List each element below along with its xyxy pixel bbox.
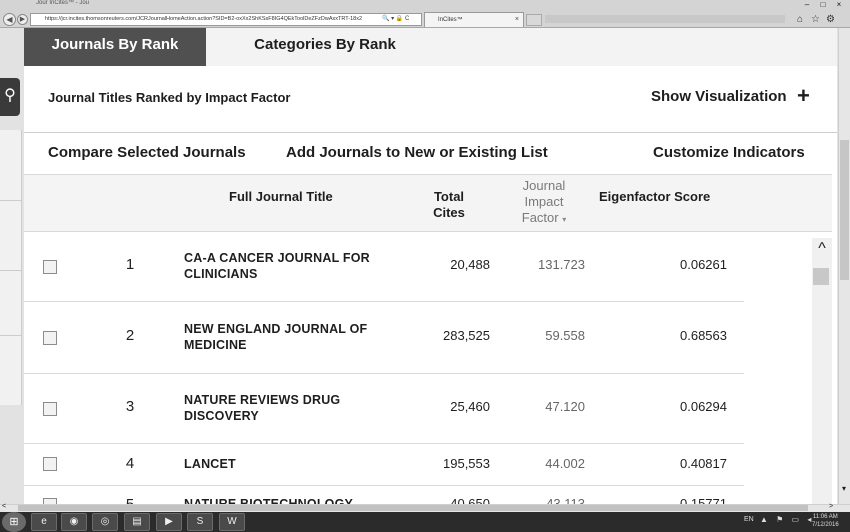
eigenfactor-score: 0.68563 — [680, 328, 727, 343]
title-bar: Jour InCites™ - Jou – □ × — [0, 0, 850, 11]
eigenfactor-score: 0.15771 — [680, 496, 727, 504]
taskbar-ie-icon[interactable]: e — [31, 513, 57, 531]
left-side-panel — [0, 130, 22, 405]
table-row: 2 NEW ENGLAND JOURNAL OF MEDICINE 283,52… — [24, 302, 744, 374]
taskbar-word-icon[interactable]: W — [219, 513, 245, 531]
column-header-eigenfactor[interactable]: Eigenfactor Score — [599, 189, 710, 205]
home-icon[interactable]: ⌂ — [797, 14, 803, 25]
taskbar-firefox-icon[interactable]: ◎ — [92, 513, 118, 531]
impact-factor: 131.723 — [538, 257, 585, 272]
impact-factor: 59.558 — [545, 328, 585, 343]
eigenfactor-score: 0.40817 — [680, 456, 727, 471]
language-indicator[interactable]: EN — [744, 516, 754, 523]
tab-journals-by-rank[interactable]: Journals By Rank — [24, 28, 206, 66]
forward-button[interactable]: ▶ — [17, 14, 28, 25]
tray-icons[interactable]: ▲ ⚑ ▭ ◂ — [760, 515, 814, 524]
clock-date: 7/12/2016 — [812, 522, 839, 528]
row-rank: 4 — [125, 455, 135, 472]
plus-icon[interactable]: + — [797, 85, 810, 107]
browser-tab-label: InCites™ — [438, 17, 463, 23]
scroll-up-icon[interactable]: ^ — [812, 240, 832, 258]
address-bar[interactable]: https://jcr.incites.thomsonreuters.com/J… — [30, 13, 422, 26]
gear-icon[interactable]: ⚙ — [826, 14, 835, 25]
clock[interactable]: 11:06 AM 7/12/2016 — [812, 513, 839, 529]
tab-categories-by-rank[interactable]: Categories By Rank — [206, 28, 444, 66]
total-cites: 20,488 — [450, 257, 490, 272]
taskbar-media-icon[interactable]: ▶ — [156, 513, 182, 531]
address-bar-icons[interactable]: 🔍 ▾ 🔒 C — [382, 13, 409, 26]
toolbar-area — [545, 15, 785, 23]
table-row: 5 NATURE BIOTECHNOLOGY 40,650 43.113 0.1… — [24, 486, 744, 504]
page-title: Journal Titles Ranked by Impact Factor — [48, 90, 291, 105]
journal-title-link[interactable]: NATURE REVIEWS DRUG DISCOVERY — [184, 392, 414, 424]
minimize-button[interactable]: – — [800, 0, 814, 9]
journal-title-link[interactable]: NEW ENGLAND JOURNAL OF MEDICINE — [184, 321, 414, 353]
left-panel-divider — [0, 335, 22, 336]
table-row: 4 LANCET 195,553 44.002 0.40817 — [24, 444, 744, 486]
taskbar-skype-icon[interactable]: S — [187, 513, 213, 531]
table-row: 3 NATURE REVIEWS DRUG DISCOVERY 25,460 4… — [24, 374, 744, 444]
column-header-total-cites[interactable]: Total Cites — [428, 189, 470, 221]
clock-time: 11:06 AM — [812, 514, 838, 520]
row-checkbox[interactable] — [43, 260, 57, 274]
divider — [24, 132, 837, 133]
window-controls: – □ × — [800, 0, 846, 9]
customize-indicators-link[interactable]: Customize Indicators — [653, 144, 805, 161]
scroll-right-icon[interactable]: > — [829, 503, 833, 510]
page-scrollbar-thumb[interactable] — [840, 140, 849, 280]
left-panel-divider — [0, 270, 22, 271]
row-rank: 5 — [118, 496, 142, 504]
add-journals-to-list-link[interactable]: Add Journals to New or Existing List — [286, 144, 548, 161]
impact-factor: 47.120 — [545, 399, 585, 414]
journal-title-link[interactable]: LANCET — [184, 456, 414, 472]
impact-factor: 43.113 — [546, 496, 585, 504]
table-scrollbar-thumb[interactable] — [813, 268, 829, 285]
start-button[interactable]: ⊞ — [2, 512, 26, 532]
sort-descending-icon: ▾ — [562, 215, 567, 224]
scroll-left-icon[interactable]: < — [2, 503, 6, 510]
row-rank: 2 — [125, 327, 135, 344]
total-cites: 40,650 — [450, 496, 490, 504]
row-checkbox[interactable] — [43, 331, 57, 345]
back-button[interactable]: ◀ — [3, 13, 16, 26]
table-row: 1 CA-A CANCER JOURNAL FOR CLINICIANS 20,… — [24, 232, 744, 302]
star-icon[interactable]: ☆ — [811, 14, 820, 25]
search-icon[interactable]: ⚲ — [0, 78, 20, 116]
row-checkbox[interactable] — [43, 457, 57, 471]
eigenfactor-score: 0.06294 — [680, 399, 727, 414]
row-rank: 3 — [125, 398, 135, 415]
column-header-impact-factor[interactable]: Journal Impact Factor ▾ — [506, 178, 582, 228]
impact-factor: 44.002 — [545, 456, 585, 471]
column-header-impact-factor-label: Journal Impact Factor — [521, 178, 566, 225]
eigenfactor-score: 0.06261 — [680, 257, 727, 272]
show-visualization-link[interactable]: Show Visualization — [651, 88, 787, 105]
maximize-button[interactable]: □ — [816, 0, 830, 9]
browser-tab[interactable]: InCites™ × — [424, 12, 524, 27]
journal-title-link[interactable]: CA-A CANCER JOURNAL FOR CLINICIANS — [184, 250, 414, 282]
close-button[interactable]: × — [832, 0, 846, 9]
scroll-down-icon[interactable]: ▾ — [838, 484, 850, 493]
total-cites: 195,553 — [443, 456, 490, 471]
new-tab-button[interactable] — [526, 14, 542, 26]
horizontal-scrollbar-thumb[interactable] — [18, 505, 808, 511]
tab-close-icon[interactable]: × — [515, 13, 519, 27]
row-checkbox[interactable] — [43, 402, 57, 416]
taskbar-chrome-icon[interactable]: ◉ — [61, 513, 87, 531]
row-rank: 1 — [125, 256, 135, 273]
compare-selected-journals-link[interactable]: Compare Selected Journals — [48, 144, 246, 161]
taskbar-explorer-icon[interactable]: ▤ — [124, 513, 150, 531]
total-cites: 283,525 — [443, 328, 490, 343]
left-panel-divider — [0, 200, 22, 201]
column-header-title[interactable]: Full Journal Title — [229, 189, 333, 205]
total-cites: 25,460 — [450, 399, 490, 414]
window-title: Jour InCites™ - Jou — [36, 0, 90, 6]
